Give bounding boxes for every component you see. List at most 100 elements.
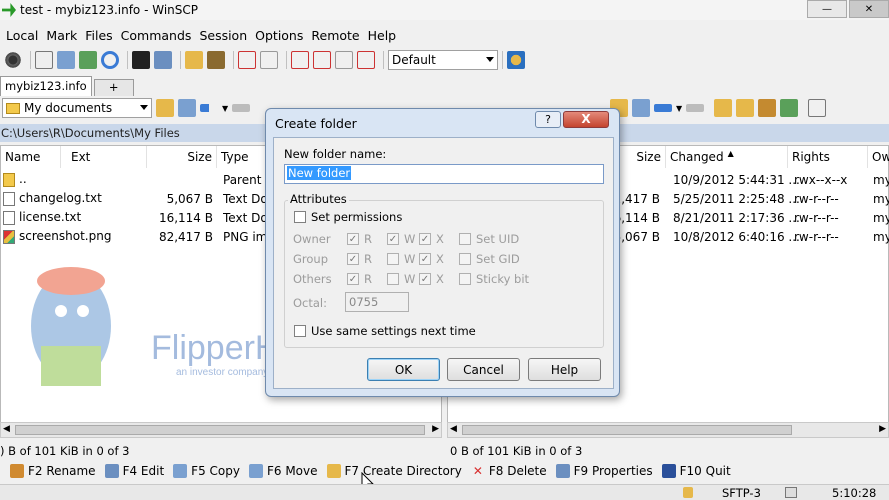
new-session-tab-button[interactable]: + [93, 79, 134, 96]
menu-local[interactable]: Local [6, 28, 38, 43]
group-write-checkbox[interactable]: W [387, 252, 415, 266]
column-header-changed[interactable]: Changed ▲ [666, 146, 788, 168]
f8-delete-button[interactable]: ✕ F8 Delete [471, 464, 547, 478]
refresh-icon[interactable] [101, 51, 119, 69]
scroll-left-arrow-icon[interactable]: ◀ [450, 424, 457, 434]
transfer-options-icon[interactable] [507, 51, 525, 69]
cancel-button[interactable]: Cancel [447, 358, 520, 381]
owner-read-checkbox[interactable]: ✓ R [347, 232, 372, 246]
preferences-gear-icon[interactable] [4, 51, 22, 69]
f6-move-button[interactable]: F6 Move [248, 464, 318, 478]
clear-selection-icon[interactable] [335, 51, 353, 69]
close-window-button[interactable]: ✕ [849, 0, 889, 18]
left-panel-status: ) B of 101 KiB in 0 of 3 [0, 444, 130, 458]
f10-quit-button[interactable]: F10 Quit [661, 464, 731, 478]
menu-session[interactable]: Session [199, 28, 247, 43]
column-header-owner[interactable]: Ow [868, 146, 889, 168]
column-header-rights[interactable]: Rights [788, 146, 868, 168]
new-folder-name-label: New folder name: [284, 147, 387, 161]
column-header-name[interactable]: Name [1, 146, 61, 168]
group-execute-checkbox[interactable]: ✓ X [419, 252, 444, 266]
back-arrow-icon[interactable] [200, 104, 218, 112]
right-horizontal-scrollbar[interactable]: ◀ ▶ [447, 422, 889, 438]
properties-icon [555, 464, 570, 478]
restore-selection-icon[interactable] [357, 51, 375, 69]
help-button[interactable]: Help [528, 358, 601, 381]
select-plus-icon[interactable] [238, 51, 256, 69]
edit-icon [104, 464, 119, 478]
forward-arrow-icon[interactable] [232, 104, 251, 112]
rename-icon [10, 464, 24, 478]
set-uid-checkbox[interactable]: Set UID [459, 232, 519, 246]
column-header-size[interactable]: Size [147, 146, 217, 168]
open-folder-icon[interactable] [156, 99, 174, 117]
column-header-ext[interactable]: Ext [61, 146, 147, 168]
scroll-thumb[interactable] [462, 425, 792, 435]
f9-properties-button[interactable]: F9 Properties [555, 464, 653, 478]
scroll-right-arrow-icon[interactable]: ▶ [432, 424, 439, 434]
owner-execute-checkbox[interactable]: ✓ X [419, 232, 444, 246]
set-permissions-checkbox[interactable]: Set permissions [294, 210, 402, 224]
dialog-help-title-button[interactable]: ? [535, 111, 561, 128]
octal-input[interactable]: 0755 [345, 292, 409, 312]
menu-mark[interactable]: Mark [46, 28, 77, 43]
root-directory-icon[interactable] [736, 99, 755, 117]
home-directory-icon[interactable] [758, 99, 777, 117]
group-read-checkbox[interactable]: ✓ R [347, 252, 372, 266]
transfer-settings-dropdown[interactable]: Default [388, 50, 498, 70]
menu-remote[interactable]: Remote [311, 28, 359, 43]
new-folder-name-value: New folder [287, 166, 352, 180]
file-name: changelog.txt [3, 191, 102, 206]
site-manager-icon[interactable] [185, 51, 203, 69]
f5-copy-button[interactable]: F5 Copy [173, 464, 240, 478]
filter-icon[interactable] [291, 51, 309, 69]
owner-write-checkbox[interactable]: ✓ W [387, 232, 415, 246]
back-dropdown-icon[interactable]: ▼ [222, 104, 228, 113]
left-path-text: C:\Users\R\Documents\My Files [1, 126, 180, 140]
queue-icon[interactable] [79, 51, 97, 69]
dialog-title: Create folder [275, 116, 357, 131]
scroll-left-arrow-icon[interactable]: ◀ [3, 424, 10, 434]
menu-options[interactable]: Options [255, 28, 303, 43]
others-write-checkbox[interactable]: W [387, 272, 415, 286]
group-read-box: ✓ [347, 253, 359, 265]
f2-rename-button[interactable]: F2 Rename [10, 464, 96, 478]
synchronize-icon[interactable] [57, 51, 75, 69]
attributes-label: Attributes [288, 192, 349, 206]
binoculars-icon[interactable] [207, 51, 225, 69]
others-execute-checkbox[interactable]: ✓ X [419, 272, 444, 286]
menu-help[interactable]: Help [368, 28, 397, 43]
dialog-close-button[interactable]: X [563, 111, 609, 128]
back-dropdown-icon[interactable]: ▼ [676, 104, 682, 113]
f7-create-directory-button[interactable]: F7 Create Directory [326, 464, 462, 478]
parent-directory-icon[interactable] [714, 99, 733, 117]
sticky-bit-checkbox[interactable]: Sticky bit [459, 272, 529, 286]
filter-folder-icon[interactable] [632, 99, 650, 117]
f8-delete-label: F8 Delete [488, 464, 547, 478]
left-horizontal-scrollbar[interactable]: ◀ ▶ [0, 422, 442, 438]
putty-icon[interactable] [154, 51, 172, 69]
tab-session[interactable]: mybiz123.info [0, 76, 92, 96]
console-icon[interactable] [132, 51, 150, 69]
others-read-checkbox[interactable]: ✓ R [347, 272, 372, 286]
scroll-right-arrow-icon[interactable]: ▶ [879, 424, 886, 434]
tree-view-icon[interactable] [808, 99, 827, 117]
f4-edit-button[interactable]: F4 Edit [104, 464, 164, 478]
invert-selection-icon[interactable] [313, 51, 331, 69]
new-folder-name-input[interactable]: New folder [284, 164, 604, 184]
set-gid-checkbox[interactable]: Set GID [459, 252, 520, 266]
left-location-dropdown[interactable]: My documents [2, 98, 152, 118]
select-minus-icon[interactable] [260, 51, 278, 69]
refresh-icon[interactable] [780, 99, 799, 117]
use-same-settings-checkbox[interactable]: Use same settings next time [294, 324, 476, 338]
scroll-thumb[interactable] [15, 425, 425, 435]
minimize-button[interactable]: — [807, 0, 847, 18]
menu-files[interactable]: Files [85, 28, 112, 43]
forward-arrow-icon[interactable] [686, 104, 705, 112]
compare-directories-icon[interactable] [35, 51, 53, 69]
lock-icon [683, 487, 693, 498]
menu-commands[interactable]: Commands [121, 28, 192, 43]
back-arrow-icon[interactable] [654, 104, 672, 112]
filter-folder-icon[interactable] [178, 99, 196, 117]
ok-button[interactable]: OK [367, 358, 440, 381]
